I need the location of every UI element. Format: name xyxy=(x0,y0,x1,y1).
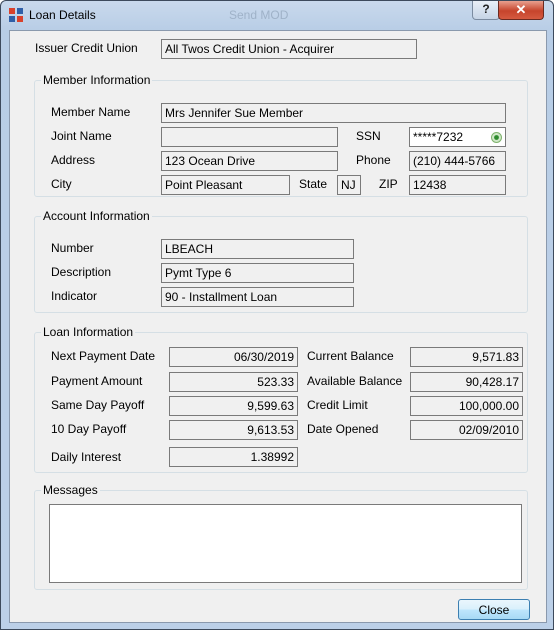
title-bar[interactable]: Loan Details Send MOD ? ✕ xyxy=(1,1,553,29)
issuer-label: Issuer Credit Union xyxy=(35,41,138,55)
next-payment-date-label: Next Payment Date xyxy=(51,349,156,363)
state-field[interactable]: NJ xyxy=(337,175,361,195)
date-opened-label: Date Opened xyxy=(307,422,379,436)
account-information-title: Account Information xyxy=(41,209,152,223)
available-balance-label: Available Balance xyxy=(307,374,403,388)
loan-details-window: Loan Details Send MOD ? ✕ Issuer Credit … xyxy=(0,0,554,630)
loan-information-title: Loan Information xyxy=(41,325,136,339)
joint-name-field[interactable] xyxy=(161,127,338,147)
help-button[interactable]: ? xyxy=(472,1,500,20)
credit-limit-label: Credit Limit xyxy=(307,398,368,412)
phone-label: Phone xyxy=(356,153,391,167)
payment-amount-label: Payment Amount xyxy=(51,374,143,388)
app-icon xyxy=(9,8,23,22)
same-day-payoff-field[interactable]: 9,599.63 xyxy=(169,396,298,416)
state-label: State xyxy=(299,177,328,191)
city-field[interactable]: Point Pleasant xyxy=(161,175,290,195)
joint-name-label: Joint Name xyxy=(51,129,112,143)
window-close-button[interactable]: ✕ xyxy=(498,1,544,20)
description-label: Description xyxy=(51,265,112,279)
daily-interest-field[interactable]: 1.38992 xyxy=(169,447,298,467)
messages-textarea[interactable] xyxy=(49,504,522,583)
close-button[interactable]: Close xyxy=(458,599,530,620)
ssn-label: SSN xyxy=(356,129,381,143)
member-name-label: Member Name xyxy=(51,105,131,119)
daily-interest-label: Daily Interest xyxy=(51,450,122,464)
current-balance-label: Current Balance xyxy=(307,349,394,363)
dialog-body: Issuer Credit Union All Twos Credit Unio… xyxy=(9,30,547,623)
ssn-value: *****7232 xyxy=(413,130,464,144)
current-balance-field[interactable]: 9,571.83 xyxy=(410,347,523,367)
window-title: Loan Details xyxy=(29,8,96,22)
member-name-field[interactable]: Mrs Jennifer Sue Member xyxy=(161,103,506,123)
city-label: City xyxy=(51,177,72,191)
issuer-field[interactable]: All Twos Credit Union - Acquirer xyxy=(161,39,417,59)
indicator-field[interactable]: 90 - Installment Loan xyxy=(161,287,354,307)
payment-amount-field[interactable]: 523.33 xyxy=(169,372,298,392)
show-ssn-icon[interactable] xyxy=(491,132,502,143)
available-balance-field[interactable]: 90,428.17 xyxy=(410,372,523,392)
number-field[interactable]: LBEACH xyxy=(161,239,354,259)
ten-day-payoff-label: 10 Day Payoff xyxy=(51,422,127,436)
same-day-payoff-label: Same Day Payoff xyxy=(51,398,145,412)
indicator-label: Indicator xyxy=(51,289,98,303)
ten-day-payoff-field[interactable]: 9,613.53 xyxy=(169,420,298,440)
background-window-title: Send MOD xyxy=(229,8,289,22)
description-field[interactable]: Pymt Type 6 xyxy=(161,263,354,283)
address-label: Address xyxy=(51,153,96,167)
zip-field[interactable]: 12438 xyxy=(409,175,506,195)
messages-title: Messages xyxy=(41,483,100,497)
next-payment-date-field[interactable]: 06/30/2019 xyxy=(169,347,298,367)
credit-limit-field[interactable]: 100,000.00 xyxy=(410,396,523,416)
member-information-title: Member Information xyxy=(41,73,153,87)
number-label: Number xyxy=(51,241,94,255)
phone-field[interactable]: (210) 444-5766 xyxy=(409,151,506,171)
zip-label: ZIP xyxy=(379,177,398,191)
ssn-field[interactable]: *****7232 xyxy=(409,127,506,147)
address-field[interactable]: 123 Ocean Drive xyxy=(161,151,338,171)
date-opened-field[interactable]: 02/09/2010 xyxy=(410,420,523,440)
